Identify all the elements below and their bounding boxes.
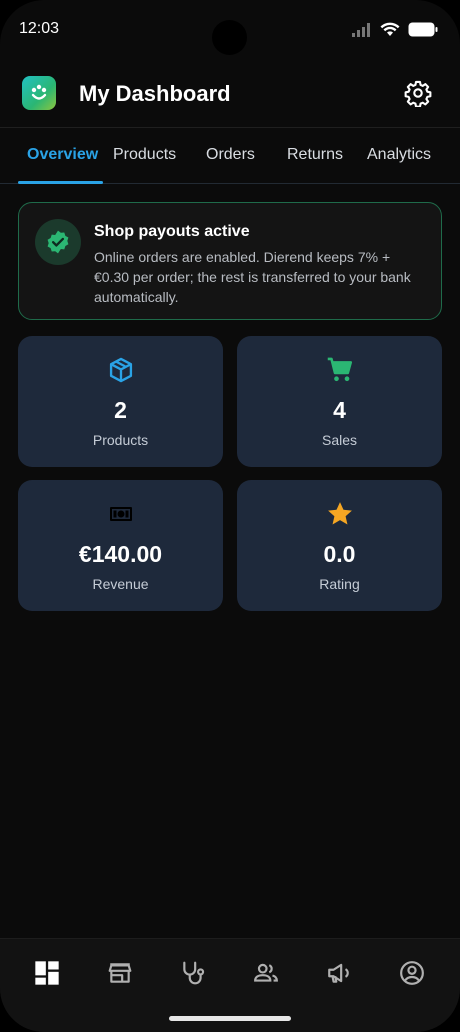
nav-account[interactable] — [396, 957, 428, 989]
status-icons — [352, 22, 438, 42]
box-icon — [18, 356, 223, 384]
stat-card-products[interactable]: 2 Products — [18, 336, 223, 467]
megaphone-icon — [328, 963, 349, 983]
tab-bar: Overview Products Orders Returns Analyti… — [0, 128, 460, 184]
stat-label: Sales — [321, 432, 358, 448]
stat-value: €140.00 — [78, 541, 163, 567]
banner-text: Online orders are enabled. Dierend keeps… — [94, 249, 411, 305]
wifi-icon — [380, 22, 400, 42]
app-logo — [22, 76, 56, 110]
payouts-banner: Shop payouts active Online orders are en… — [18, 202, 442, 320]
star-icon — [237, 500, 442, 528]
nav-marketing[interactable] — [323, 957, 355, 989]
stat-label: Revenue — [92, 576, 149, 592]
nav-dashboard[interactable] — [31, 957, 63, 989]
stat-value: 0.0 — [323, 541, 356, 567]
stat-value: 2 — [114, 397, 127, 423]
people-icon — [254, 963, 278, 982]
nav-vet[interactable] — [177, 957, 209, 989]
page-title: My Dashboard — [79, 81, 231, 106]
stat-card-revenue[interactable]: €140.00 Revenue — [18, 480, 223, 611]
app-bar: My Dashboard — [0, 76, 460, 114]
battery-icon — [408, 22, 438, 42]
phone-screen: 12:03 My Dashboard Overview Products Ord… — [0, 0, 460, 1032]
nav-store[interactable] — [104, 957, 136, 989]
dashboard-icon — [35, 961, 59, 985]
stat-value: 4 — [333, 397, 346, 423]
banner-icon-container — [35, 219, 81, 265]
account-icon — [400, 961, 424, 985]
tab-overview[interactable]: Overview — [27, 146, 98, 164]
nav-people[interactable] — [250, 957, 282, 989]
tab-products[interactable]: Products — [113, 146, 176, 164]
front-camera — [212, 20, 247, 55]
home-indicator[interactable] — [169, 1016, 291, 1021]
stat-label: Products — [92, 432, 149, 448]
stethoscope-icon — [183, 961, 205, 985]
verified-badge-icon — [47, 230, 69, 254]
status-time: 12:03 — [19, 20, 60, 37]
tab-returns[interactable]: Returns — [287, 146, 343, 164]
cash-icon — [18, 500, 223, 528]
gear-icon — [404, 80, 432, 107]
cart-icon — [237, 356, 442, 384]
store-icon — [108, 963, 132, 983]
stat-label: Rating — [319, 576, 360, 592]
status-bar: 12:03 — [0, 0, 460, 60]
active-tab-indicator — [18, 181, 103, 184]
stat-card-rating[interactable]: 0.0 Rating — [237, 480, 442, 611]
banner-title: Shop payouts active — [94, 223, 250, 240]
tab-orders[interactable]: Orders — [206, 146, 255, 164]
signal-icon — [352, 22, 372, 42]
stat-card-sales[interactable]: 4 Sales — [237, 336, 442, 467]
tab-analytics[interactable]: Analytics — [367, 146, 431, 164]
settings-button[interactable] — [404, 79, 432, 107]
